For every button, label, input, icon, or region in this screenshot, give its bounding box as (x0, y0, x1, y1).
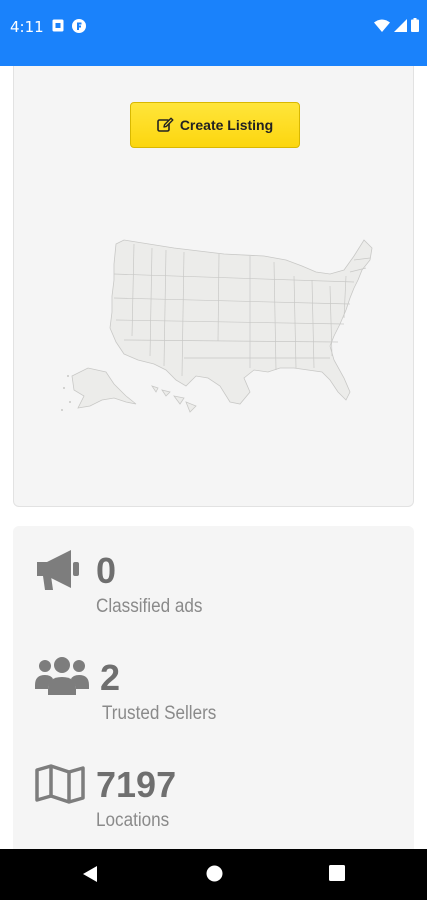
signal-icon (394, 18, 407, 32)
stat-label-classified-ads: Classified ads (96, 596, 203, 617)
edit-icon (157, 117, 174, 132)
back-icon[interactable] (82, 865, 98, 883)
sim-card-icon (52, 19, 64, 32)
stat-label-locations: Locations (96, 810, 170, 831)
stat-value-locations: 7197 (96, 764, 177, 805)
map-icon (35, 764, 85, 804)
stat-value-classified-ads: 0 (96, 550, 117, 591)
stat-label-trusted-sellers: Trusted Sellers (102, 703, 217, 724)
app-notification-icon (72, 19, 86, 33)
recents-icon[interactable] (329, 865, 345, 881)
map-card: Create Listing (13, 66, 414, 507)
create-listing-label: Create Listing (179, 117, 274, 133)
status-bar: 4:11 (0, 0, 427, 66)
megaphone-icon (37, 550, 79, 590)
wifi-icon (374, 19, 390, 32)
create-listing-button[interactable]: Create Listing (130, 102, 300, 148)
status-time: 4:11 (10, 18, 44, 36)
navigation-bar (0, 849, 427, 900)
battery-icon (411, 18, 419, 32)
users-icon (35, 657, 89, 695)
home-icon[interactable] (206, 865, 223, 882)
stat-value-trusted-sellers: 2 (100, 657, 121, 698)
usa-map[interactable] (54, 236, 374, 416)
stats-card: 0 Classified ads 2 Trusted Sellers 7197 … (13, 526, 414, 856)
